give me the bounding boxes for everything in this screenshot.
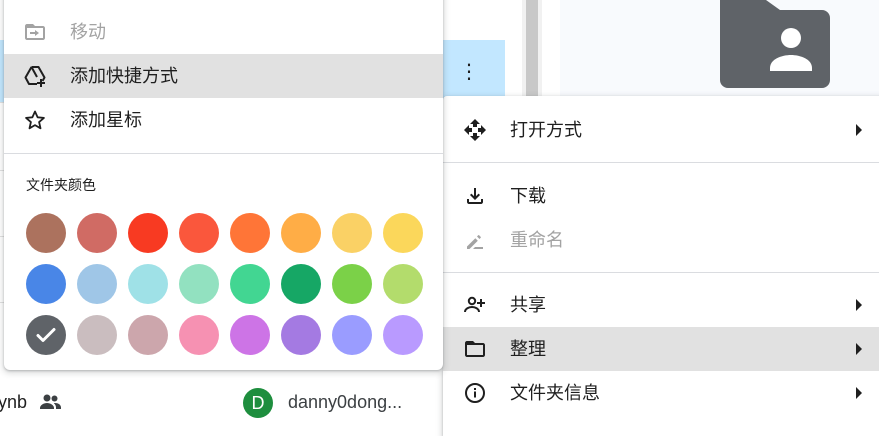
menu-item-add-star[interactable]: 添加星标 (4, 98, 443, 142)
folder-color-swatch[interactable] (281, 315, 321, 355)
folder-color-swatch[interactable] (230, 264, 270, 304)
folder-color-swatch[interactable] (281, 264, 321, 304)
info-icon (465, 383, 485, 403)
menu-divider (4, 153, 443, 154)
folder-color-title: 文件夹颜色 (26, 177, 96, 193)
check-icon (36, 328, 56, 342)
folder-color-swatch[interactable] (230, 315, 270, 355)
folder-open-icon (465, 341, 485, 357)
person-add-icon (464, 296, 485, 313)
menu-item-organize[interactable]: 整理 (443, 327, 879, 371)
menu-divider (443, 162, 879, 163)
owner-name: danny0dong... (288, 392, 403, 412)
menu-item-label: 移动 (70, 22, 106, 42)
menu-item-label: 打开方式 (510, 120, 582, 140)
menu-item-move[interactable]: 移动 (4, 10, 443, 54)
menu-item-label: 添加星标 (70, 110, 142, 130)
menu-item-label: 重命名 (510, 230, 564, 250)
menu-item-label: 整理 (510, 339, 546, 359)
add-shortcut-icon (24, 66, 46, 87)
star-icon (25, 110, 45, 130)
chevron-right-icon (856, 299, 862, 311)
folder-color-swatch[interactable] (179, 264, 219, 304)
menu-item-label: 文件夹信息 (510, 383, 600, 403)
folder-color-swatch[interactable] (77, 264, 117, 304)
folder-color-swatch[interactable] (332, 315, 372, 355)
menu-item-rename[interactable]: 重命名 (443, 218, 879, 262)
folder-color-swatch[interactable] (128, 264, 168, 304)
menu-divider (443, 272, 879, 273)
download-icon (467, 188, 483, 204)
folder-color-swatch[interactable] (179, 315, 219, 355)
folder-color-swatch[interactable] (332, 264, 372, 304)
menu-item-share[interactable]: 共享 (443, 283, 879, 327)
menu-item-label: 共享 (510, 295, 546, 315)
folder-color-swatch[interactable] (281, 213, 321, 253)
menu-item-download[interactable]: 下载 (443, 174, 879, 218)
folder-color-swatch[interactable] (77, 213, 117, 253)
menu-item-add-shortcut[interactable]: 添加快捷方式 (4, 54, 443, 98)
shared-people-icon (40, 394, 61, 409)
menu-item-folder-info[interactable]: 文件夹信息 (443, 371, 879, 415)
folder-color-swatch[interactable] (383, 315, 423, 355)
folder-color-swatch[interactable] (383, 213, 423, 253)
avatar: D (243, 388, 273, 418)
more-actions-icon[interactable]: ⋮ (459, 60, 479, 84)
chevron-right-icon (856, 343, 862, 355)
folder-color-swatch[interactable] (230, 213, 270, 253)
rename-icon (467, 235, 483, 249)
menu-item-label: 下载 (510, 186, 546, 206)
folder-color-swatch[interactable] (77, 315, 117, 355)
shared-folder-icon (720, 0, 830, 88)
move-icon (25, 24, 45, 40)
chevron-right-icon (856, 387, 862, 399)
folder-color-swatch[interactable] (128, 315, 168, 355)
folder-color-swatch[interactable] (26, 264, 66, 304)
folder-color-swatch[interactable] (26, 315, 66, 355)
context-menu: 打开方式 下载 重命名 共享 整理 文件夹信息 (443, 96, 879, 436)
folder-color-swatch[interactable] (128, 213, 168, 253)
chevron-right-icon (856, 124, 862, 136)
table-row[interactable]: ynb D danny0dong... (0, 380, 520, 425)
folder-color-swatch[interactable] (332, 213, 372, 253)
menu-item-open-with[interactable]: 打开方式 (443, 108, 879, 152)
open-with-icon (464, 119, 486, 141)
menu-item-label: 添加快捷方式 (70, 66, 178, 86)
folder-color-swatch[interactable] (383, 264, 423, 304)
folder-color-swatch[interactable] (26, 213, 66, 253)
file-name: ynb (0, 392, 28, 412)
organize-submenu: 移动 添加快捷方式 添加星标 文件夹颜色 (4, 0, 443, 370)
folder-color-swatch[interactable] (179, 213, 219, 253)
